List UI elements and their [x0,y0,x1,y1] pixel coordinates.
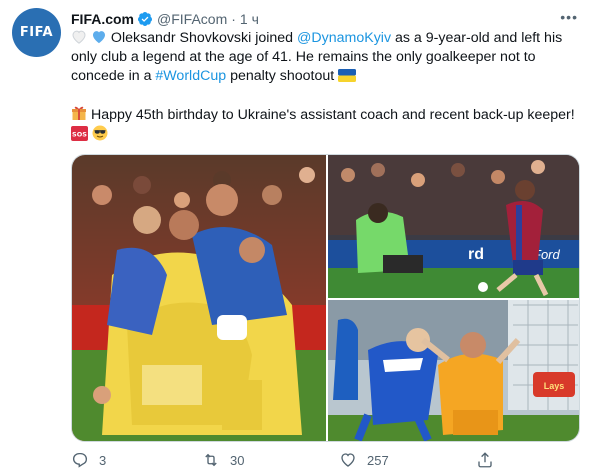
retweet-count: 30 [230,452,245,468]
blue-heart-icon [92,31,105,44]
verified-badge-icon [138,12,153,26]
share-button[interactable] [476,451,494,469]
reply-button[interactable]: 3 [71,451,106,469]
svg-text:SOS: SOS [72,131,87,139]
photo-dynamo-celebration[interactable]: Lays [328,300,579,441]
svg-text:Lays: Lays [544,381,565,391]
svg-text:rd: rd [468,246,484,263]
face-with-sunglasses-icon [92,125,108,141]
tweet-card[interactable]: FIFA FIFA.com @FIFAcom · 1 ч ••• Oleksan… [0,0,598,474]
white-heart-icon [72,30,86,44]
sos-icon: SOS [71,126,88,141]
photo-celebration-hug[interactable] [72,155,326,441]
tweet-time[interactable]: 1 ч [240,11,259,27]
retweet-icon [205,453,217,467]
retweet-button[interactable]: 30 [202,451,244,469]
ukraine-flag-icon [338,69,357,82]
more-options-icon[interactable]: ••• [560,9,578,25]
share-icon [478,452,492,468]
heart-icon [341,453,355,467]
reply-icon [72,452,88,468]
like-button[interactable]: 257 [339,451,389,469]
tweet-text: Oleksandr Shovkovski joined @DynamoKyiv … [71,29,583,145]
media-grid: rd Ford Lays [71,154,580,442]
mention-link[interactable]: @DynamoKyiv [297,30,391,46]
hashtag-link[interactable]: #WorldCup [155,68,226,84]
tweet-paragraph-2: Happy 45th birthday to Ukraine's assista… [71,105,583,145]
tweet-text-part: Oleksandr Shovkovski joined [110,30,298,46]
separator-dot: · [231,11,236,27]
tweet-header: FIFA.com @FIFAcom · 1 ч ••• [71,9,586,29]
avatar-logo-text: FIFA [19,25,54,40]
tweet-text-part: Happy 45th birthday to Ukraine's assista… [87,107,575,123]
account-name[interactable]: FIFA.com [71,11,134,27]
photo-messi-vs-keeper[interactable]: rd Ford [328,155,579,298]
gift-icon [72,106,86,120]
tweet-text-part: penalty shootout [226,68,339,84]
like-count: 257 [367,452,389,468]
tweet-paragraph-1: Oleksandr Shovkovski joined @DynamoKyiv … [71,29,583,86]
reply-count: 3 [99,452,107,468]
account-handle[interactable]: @FIFAcom [157,11,227,27]
avatar[interactable]: FIFA [12,8,61,57]
tweet-actions: 3 30 257 [71,450,511,470]
